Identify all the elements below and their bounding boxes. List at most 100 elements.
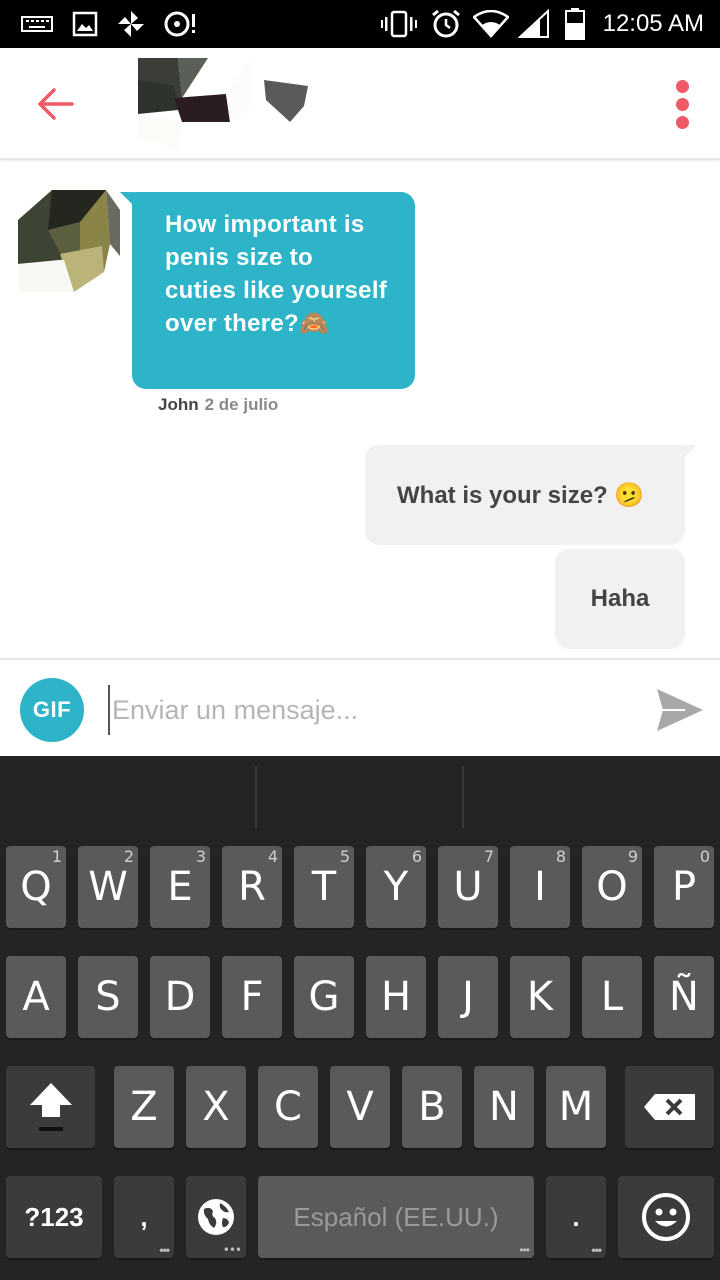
space-key[interactable]: Español (EE.UU.) ••• — [258, 1176, 534, 1258]
key-u[interactable]: U7 — [438, 846, 498, 928]
key-hint: 0 — [699, 847, 710, 866]
key-label: T — [311, 864, 337, 910]
status-bar: 12:05 AM — [0, 0, 720, 48]
match-avatar[interactable] — [138, 58, 250, 150]
more-keys-dots: ••• — [591, 1243, 602, 1257]
key-label: Q — [20, 864, 52, 910]
key-label: , — [140, 1201, 148, 1232]
key-label: Z — [130, 1084, 158, 1130]
menu-dot — [675, 97, 689, 111]
key-k[interactable]: K — [510, 956, 570, 1038]
message-meta: John 2 de julio — [158, 395, 278, 415]
period-key[interactable]: . ••• — [546, 1176, 606, 1258]
key-w[interactable]: W2 — [78, 846, 138, 928]
comma-key[interactable]: , ••• — [114, 1176, 174, 1258]
key-label: Español (EE.UU.) — [293, 1201, 499, 1232]
menu-dot — [675, 115, 689, 129]
shift-key[interactable] — [6, 1066, 95, 1148]
key-l[interactable]: L — [582, 956, 642, 1038]
key-j[interactable]: J — [438, 956, 498, 1038]
match-avatar-secondary[interactable] — [262, 76, 312, 124]
key-label: C — [274, 1084, 302, 1130]
disc-alert-icon — [162, 8, 200, 40]
sender-avatar[interactable] — [18, 190, 120, 292]
message-date: 2 de julio — [204, 395, 279, 414]
key-label: G — [308, 974, 340, 1020]
keyboard-icon — [20, 8, 54, 40]
key-d[interactable]: D — [150, 956, 210, 1038]
key-label: D — [164, 974, 196, 1020]
key-c[interactable]: C — [258, 1066, 318, 1148]
shift-icon — [29, 1083, 72, 1131]
alarm-icon — [428, 8, 464, 40]
send-button[interactable] — [652, 682, 708, 738]
message-input[interactable] — [108, 685, 628, 735]
vibrate-icon — [380, 8, 418, 40]
battery-icon — [562, 8, 588, 40]
outgoing-message-text: Haha — [590, 585, 650, 612]
key-h[interactable]: H — [366, 956, 426, 1038]
back-button[interactable] — [30, 78, 82, 130]
key-f[interactable]: F — [222, 956, 282, 1038]
pinwheel-icon — [114, 8, 148, 40]
key-hint: 1 — [51, 847, 62, 866]
more-options-button[interactable] — [662, 78, 702, 130]
key-label: R — [238, 864, 266, 910]
key-label: I — [534, 864, 546, 910]
key-y[interactable]: Y6 — [366, 846, 426, 928]
key-hint: 6 — [411, 847, 422, 866]
key-hint: 2 — [123, 847, 134, 866]
signal-icon — [516, 8, 552, 40]
key-q[interactable]: Q1 — [6, 846, 66, 928]
send-icon — [657, 689, 703, 731]
gif-button[interactable]: GIF — [20, 678, 84, 742]
key-label: . — [572, 1201, 580, 1232]
key-o[interactable]: O9 — [582, 846, 642, 928]
key-i[interactable]: I8 — [510, 846, 570, 928]
key-hint: 5 — [339, 847, 350, 866]
key-e[interactable]: E3 — [150, 846, 210, 928]
keyboard: Q1 W2 E3 R4 T5 Y6 U7 I8 O9 P0 A S D F G … — [0, 756, 720, 1280]
key-label: Y — [383, 864, 409, 910]
outgoing-message-bubble[interactable]: What is your size? 🫤 — [365, 445, 697, 545]
globe-key[interactable]: ••• — [186, 1176, 246, 1258]
status-time: 12:05 AM — [602, 10, 704, 37]
key-g[interactable]: G — [294, 956, 354, 1038]
key-r[interactable]: R4 — [222, 846, 282, 928]
incoming-message-bubble[interactable]: How important is penis size to cuties li… — [120, 192, 415, 389]
suggestion-divider — [255, 766, 257, 828]
key-z[interactable]: Z — [114, 1066, 174, 1148]
bubble-tail — [683, 445, 697, 459]
key-hint: 9 — [627, 847, 638, 866]
emoji-key[interactable] — [618, 1176, 714, 1258]
key-v[interactable]: V — [330, 1066, 390, 1148]
key-label: O — [596, 864, 628, 910]
key-label: Ñ — [669, 974, 699, 1020]
key-s[interactable]: S — [78, 956, 138, 1038]
key-n[interactable]: N — [474, 1066, 534, 1148]
key-b[interactable]: B — [402, 1066, 462, 1148]
key-label: S — [95, 974, 121, 1020]
key-label: M — [558, 1084, 594, 1130]
key-p[interactable]: P0 — [654, 846, 714, 928]
backspace-key[interactable] — [625, 1066, 714, 1148]
key-a[interactable]: A — [6, 956, 66, 1038]
key-label: E — [167, 864, 193, 910]
key-label: W — [88, 864, 128, 910]
key-label: N — [489, 1084, 519, 1130]
key-label: X — [202, 1084, 230, 1130]
key-n-tilde[interactable]: Ñ — [654, 956, 714, 1038]
key-label: H — [380, 974, 412, 1020]
outgoing-message-bubble[interactable]: Haha — [555, 549, 685, 649]
key-x[interactable]: X — [186, 1066, 246, 1148]
incoming-message-text: How important is penis size to cuties li… — [165, 211, 388, 337]
bubble-tail — [120, 192, 134, 206]
symbols-key[interactable]: ?123 — [6, 1176, 102, 1258]
suggestion-divider — [462, 766, 464, 828]
key-t[interactable]: T5 — [294, 846, 354, 928]
wifi-icon — [472, 8, 510, 40]
key-label: U — [453, 864, 483, 910]
key-m[interactable]: M — [546, 1066, 606, 1148]
outgoing-message-text: What is your size? 🫤 — [397, 481, 645, 509]
key-label: J — [462, 974, 474, 1020]
